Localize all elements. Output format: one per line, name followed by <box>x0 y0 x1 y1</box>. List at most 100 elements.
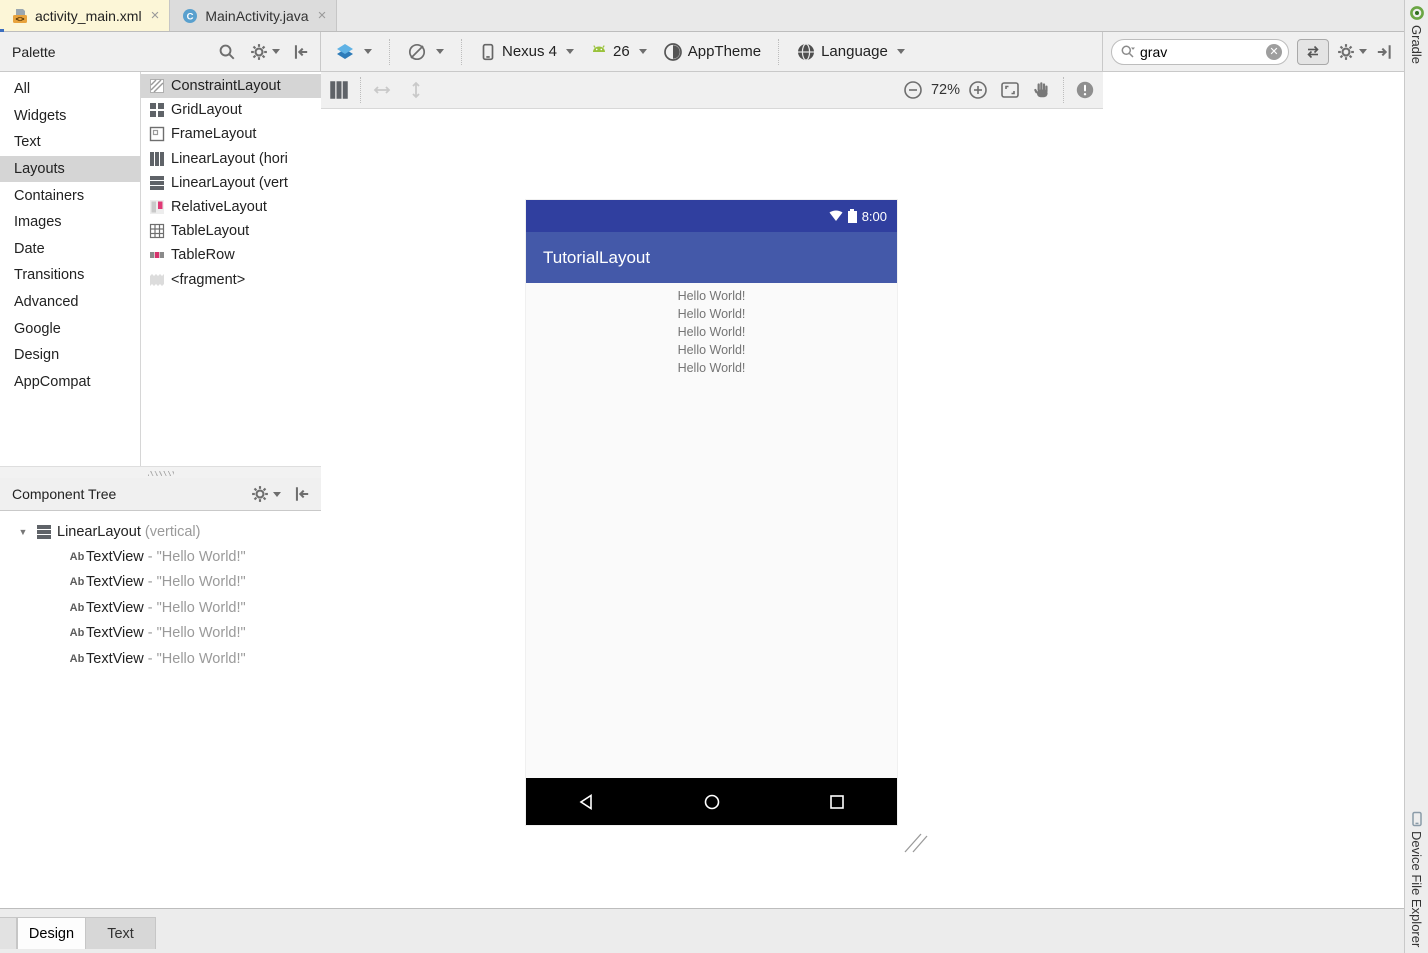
svg-text:C: C <box>187 11 194 22</box>
zoom-to-fit-icon[interactable] <box>1000 80 1020 100</box>
device-preview[interactable]: 8:00 TutorialLayout Hello World! Hello W… <box>526 200 897 825</box>
category-date[interactable]: Date <box>0 236 140 263</box>
right-tool-panel <box>1103 72 1404 908</box>
pan-hand-icon[interactable] <box>1032 80 1052 100</box>
tree-options-button[interactable] <box>251 485 281 503</box>
render-issues-icon[interactable] <box>1075 80 1095 100</box>
device-selector[interactable]: Nexus 4 <box>475 40 578 64</box>
theme-selector[interactable]: AppTheme <box>659 39 765 65</box>
category-containers[interactable]: Containers <box>0 182 140 209</box>
search-icon[interactable] <box>218 43 236 61</box>
tree-node-textview[interactable]: Ab TextView - "Hello World!" <box>0 646 321 671</box>
zoom-out-icon[interactable] <box>903 80 923 100</box>
palette-item-framelayout[interactable]: FrameLayout <box>141 122 321 146</box>
palette-item-tablelayout[interactable]: TableLayout <box>141 219 321 243</box>
tree-node-textview[interactable]: Ab TextView - "Hello World!" <box>0 544 321 569</box>
tree-node-textview[interactable]: Ab TextView - "Hello World!" <box>0 595 321 620</box>
textview-hello-world[interactable]: Hello World! <box>678 323 746 341</box>
hide-panel-icon[interactable] <box>292 43 310 61</box>
theme-label: AppTheme <box>687 43 762 60</box>
horizontal-resize-icon[interactable] <box>372 80 392 100</box>
editor-mode-bar: Design Text <box>0 908 1404 953</box>
gradle-label: Gradle <box>1409 25 1424 65</box>
palette-item-label: TableLayout <box>171 223 250 240</box>
editor-tab-bar: <> activity_main.xml × C MainActivity.ja… <box>0 0 1404 32</box>
tab-mainactivity-java[interactable]: C MainActivity.java × <box>170 0 338 31</box>
api-selector[interactable]: 26 <box>586 40 651 64</box>
device-file-explorer-tool-button[interactable]: Device File Explorer <box>1409 811 1425 947</box>
panel-splitter[interactable] <box>0 466 321 478</box>
gradle-tool-button[interactable]: Gradle <box>1409 5 1425 64</box>
design-mode-selector[interactable] <box>331 39 376 65</box>
category-appcompat[interactable]: AppCompat <box>0 369 140 396</box>
textview-hello-world[interactable]: Hello World! <box>678 287 746 305</box>
close-tab-icon[interactable]: × <box>318 8 327 23</box>
palette-item-gridlayout[interactable]: GridLayout <box>141 98 321 122</box>
palette-item-fragment[interactable]: <fragment> <box>141 268 321 292</box>
design-surface: 72% 8:00 TutorialLayout Hello World! Hel… <box>321 72 1103 908</box>
palette-item-label: ConstraintLayout <box>171 78 281 95</box>
palette-item-tablerow[interactable]: TableRow <box>141 243 321 267</box>
palette-item-label: GridLayout <box>171 102 242 119</box>
textview-hello-world[interactable]: Hello World! <box>678 305 746 323</box>
tree-node-textview[interactable]: Ab TextView - "Hello World!" <box>0 570 321 595</box>
properties-search-box[interactable]: ✕ <box>1111 38 1289 65</box>
palette-item-label: FrameLayout <box>171 126 257 143</box>
preview-content[interactable]: Hello World! Hello World! Hello World! H… <box>526 283 897 778</box>
category-all[interactable]: All <box>0 76 140 103</box>
grid-layout-icon <box>149 102 165 118</box>
zoom-in-icon[interactable] <box>968 80 988 100</box>
category-transitions[interactable]: Transitions <box>0 262 140 289</box>
phone-icon <box>479 43 497 61</box>
xml-file-icon: <> <box>12 8 28 24</box>
tab-design[interactable]: Design <box>17 917 86 949</box>
view-options-button[interactable] <box>1337 43 1367 61</box>
category-design[interactable]: Design <box>0 342 140 369</box>
component-tree-title: Component Tree <box>12 486 117 502</box>
category-text[interactable]: Text <box>0 129 140 156</box>
close-tab-icon[interactable]: × <box>151 8 160 23</box>
language-selector[interactable]: Language <box>792 39 909 65</box>
category-google[interactable]: Google <box>0 315 140 342</box>
search-icon <box>1120 44 1136 60</box>
java-class-icon: C <box>182 8 198 24</box>
category-advanced[interactable]: Advanced <box>0 289 140 316</box>
tree-node-linearlayout[interactable]: ▼ LinearLayout (vertical) <box>0 519 321 544</box>
tab-text[interactable]: Text <box>86 917 156 949</box>
palette-item-linearlayout-vertical[interactable]: LinearLayout (vert <box>141 171 321 195</box>
orientation-icon <box>407 42 427 62</box>
palette-options-button[interactable] <box>250 43 280 61</box>
palette-item-label: TableRow <box>171 247 235 264</box>
clear-search-icon[interactable]: ✕ <box>1266 43 1282 60</box>
palette-item-constraintlayout[interactable]: ConstraintLayout <box>141 74 321 99</box>
chevron-down-icon <box>273 491 281 497</box>
language-label: Language <box>821 43 888 60</box>
swap-panels-button[interactable] <box>1297 38 1329 65</box>
palette-item-relativelayout[interactable]: RelativeLayout <box>141 195 321 219</box>
chevron-down-icon <box>436 49 444 54</box>
palette-item-linearlayout-horizontal[interactable]: LinearLayout (hori <box>141 147 321 171</box>
textview-hello-world[interactable]: Hello World! <box>678 341 746 359</box>
category-widgets[interactable]: Widgets <box>0 103 140 130</box>
category-layouts[interactable]: Layouts <box>0 155 140 183</box>
toolbar-separator <box>1063 77 1064 103</box>
hide-panel-icon[interactable] <box>293 485 311 503</box>
collapse-arrow-icon[interactable]: ▼ <box>16 527 30 537</box>
tab-label: activity_main.xml <box>35 7 142 24</box>
main-toolbar: Palette Nexus 4 26 AppTheme Language gra… <box>0 32 1404 72</box>
textview-hello-world[interactable]: Hello World! <box>678 359 746 377</box>
search-input[interactable] <box>1140 43 1262 60</box>
show-panels-icon[interactable] <box>329 80 349 100</box>
node-value: - "Hello World!" <box>147 574 246 591</box>
tree-node-textview[interactable]: Ab TextView - "Hello World!" <box>0 621 321 646</box>
properties-search-toolbar: ✕ <box>1103 32 1404 71</box>
vertical-resize-icon[interactable] <box>406 80 426 100</box>
preview-resize-handle[interactable] <box>901 830 929 854</box>
category-images[interactable]: Images <box>0 209 140 236</box>
orientation-selector[interactable] <box>403 39 448 65</box>
table-layout-icon <box>149 223 165 239</box>
linear-layout-horizontal-icon <box>149 151 165 167</box>
tab-activity-main-xml[interactable]: <> activity_main.xml × <box>0 0 171 31</box>
hide-right-panel-icon[interactable] <box>1375 43 1393 61</box>
palette-item-label: LinearLayout (hori <box>171 150 288 167</box>
